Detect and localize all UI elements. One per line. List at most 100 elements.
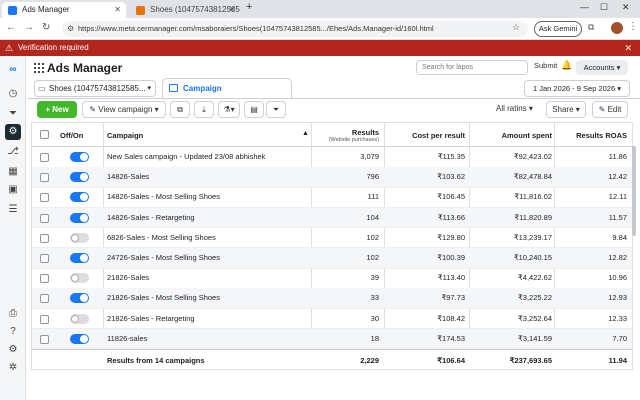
campaigns-nav-icon[interactable]: ⚙ — [5, 124, 21, 140]
table-row[interactable]: New Sales campaign - Updated 23/08 abhis… — [32, 147, 632, 168]
delivery-toggle[interactable] — [70, 313, 89, 324]
help-icon[interactable]: ? — [5, 324, 21, 340]
bug-report-icon[interactable]: ✲ — [5, 360, 21, 376]
new-campaign-button[interactable]: + New — [37, 101, 77, 118]
table-row[interactable]: 14826-Sales - Retargeting 104 ₹113.66 ₹11,8… — [32, 207, 632, 229]
window-close-icon[interactable]: ✕ — [622, 2, 630, 13]
ask-gemini-button[interactable]: Ask Gemini — [534, 21, 582, 37]
spent-value: ₹82,478.84 — [513, 172, 552, 182]
back-icon[interactable]: ← — [6, 22, 16, 33]
url-field[interactable]: ⚙ https://www.meta.cermanager.com/msabor… — [62, 21, 528, 37]
campaign-name[interactable]: 14826-Sales - Most Selling Shoes — [107, 187, 307, 207]
banner-close-icon[interactable]: ✕ — [624, 40, 632, 56]
table-row[interactable]: 14826-Sales - Most Selling Shoes 111 ₹106.… — [32, 187, 632, 208]
table-row[interactable]: 21826-Sales 39 ₹113.40 ₹4,422.62 10.96 — [32, 268, 632, 289]
row-checkbox[interactable] — [40, 254, 49, 263]
row-checkbox[interactable] — [40, 274, 49, 284]
col-cost-per-result[interactable]: Cost per result — [387, 123, 465, 147]
filter-icon[interactable]: ⏷ — [266, 101, 286, 118]
row-checkbox[interactable] — [40, 294, 49, 304]
ad-account-selector[interactable]: ▭ Shoes (10475743812585... ▾ — [34, 80, 156, 97]
campaign-name[interactable]: 14826-Sales — [107, 167, 307, 187]
notification-bell-icon[interactable]: 🔔 — [561, 60, 572, 71]
delivery-toggle[interactable] — [70, 172, 89, 183]
export-icon[interactable]: ⤓ — [194, 101, 214, 118]
close-tab-icon[interactable]: ✕ — [228, 2, 235, 18]
table-row[interactable]: 24726-Sales - Most Selling Shoes 102 ₹100.… — [32, 248, 632, 269]
search-input[interactable]: Search for lapos — [416, 60, 528, 75]
reports-nav-icon[interactable]: ▦ — [5, 164, 21, 180]
select-all-checkbox[interactable] — [40, 130, 49, 139]
forward-icon[interactable]: → — [24, 22, 34, 33]
scrollbar-thumb[interactable] — [632, 146, 636, 236]
delivery-toggle[interactable] — [70, 152, 89, 162]
row-checkbox[interactable] — [40, 153, 49, 162]
date-range-picker[interactable]: 1 Jan 2026 - 9 Sep 2026 ▾ — [524, 80, 630, 97]
new-tab-icon[interactable]: + — [246, 1, 252, 13]
campaign-name[interactable]: 21826-Sales - Retargeting — [107, 309, 307, 329]
rules-icon[interactable]: ▤ — [244, 101, 264, 118]
extensions-icon[interactable]: ⧉ — [588, 22, 594, 33]
view-campaign-button[interactable]: ✎ View campaign ▾ — [82, 101, 166, 118]
ab-test-icon[interactable]: ⚗▾ — [218, 101, 240, 118]
campaign-name[interactable]: 6826-Sales - Most Selling Shoes — [107, 228, 307, 248]
browser-tab-ads-manager[interactable]: Ads Manager ✕ — [2, 2, 126, 18]
row-checkbox[interactable] — [40, 314, 49, 324]
table-row[interactable]: 14826-Sales 796 ₹103.62 ₹82,478.84 12.42 — [32, 167, 632, 188]
table-scrollbar[interactable] — [632, 146, 636, 368]
submit-link[interactable]: Submit — [534, 61, 557, 70]
accounts-dropdown[interactable]: Accounts ▾ — [576, 60, 628, 75]
minimize-icon[interactable]: — — [580, 2, 589, 12]
campaign-name[interactable]: 24726-Sales - Most Selling Shoes — [107, 248, 307, 268]
row-checkbox[interactable] — [40, 173, 49, 183]
campaign-name[interactable]: 21826-Sales - Most Selling Shoes — [107, 288, 307, 308]
tab-campaign[interactable]: Campaign — [162, 78, 292, 99]
table-row[interactable]: 11826-sales 18 ₹174.53 ₹3,141.59 7.70 — [32, 328, 632, 350]
campaign-name[interactable]: New Sales campaign - Updated 23/08 abhis… — [107, 147, 307, 167]
all-tools-icon[interactable]: ☰ — [5, 202, 21, 218]
campaign-name[interactable]: 21826-Sales — [107, 268, 307, 288]
maximize-icon[interactable]: ☐ — [600, 2, 608, 13]
app-grid-icon[interactable] — [34, 63, 44, 73]
reload-icon[interactable]: ↻ — [42, 22, 50, 33]
delivery-toggle[interactable] — [70, 212, 89, 223]
close-tab-icon[interactable]: ✕ — [114, 2, 121, 18]
campaign-name[interactable]: 11826-sales — [107, 329, 307, 349]
sort-icon[interactable]: ▲ — [302, 130, 309, 137]
table-row[interactable]: 6826-Sales - Most Selling Shoes 102 ₹129.8… — [32, 228, 632, 249]
duplicate-icon[interactable]: ⧉ — [170, 101, 190, 118]
col-results[interactable]: Results (Website purchases) — [312, 123, 379, 147]
settings-icon[interactable]: ⚙ — [5, 342, 21, 358]
delivery-toggle[interactable] — [70, 293, 89, 304]
audiences-nav-icon[interactable]: ⎇ — [5, 144, 21, 160]
meta-logo-icon[interactable]: ∞ — [5, 62, 21, 78]
delivery-toggle[interactable] — [70, 273, 89, 284]
browser-tab-shoes[interactable]: Shoes (10475743812585... ✕ — [130, 2, 240, 18]
all-ratings-dropdown[interactable]: All ratins ▾ — [496, 104, 533, 113]
table-row[interactable]: 21826-Sales - Retargeting 30 ₹108.42 ₹3,252… — [32, 309, 632, 330]
row-checkbox[interactable] — [40, 233, 49, 243]
share-button[interactable]: Share ▾ — [546, 101, 586, 118]
col-amount-spent[interactable]: Amount spent — [472, 123, 552, 147]
col-campaign[interactable]: Campaign — [107, 123, 307, 147]
delivery-toggle[interactable] — [70, 253, 89, 263]
delivery-toggle[interactable] — [70, 333, 89, 344]
browser-menu-icon[interactable]: ⋮ — [628, 21, 638, 32]
filter-nav-icon[interactable]: ⏷ — [5, 106, 21, 122]
row-checkbox[interactable] — [40, 193, 49, 203]
table-row[interactable]: 21826-Sales - Most Selling Shoes 33 ₹97.73… — [32, 288, 632, 309]
toggle-knob — [80, 193, 88, 202]
site-info-icon[interactable]: ⚙ — [67, 21, 74, 37]
bookmark-star-icon[interactable]: ☆ — [512, 22, 520, 33]
delivery-toggle[interactable] — [70, 232, 89, 243]
campaign-name[interactable]: 14826-Sales - Retargeting — [107, 208, 307, 228]
notifications-nav-icon[interactable]: ⎙ — [5, 306, 21, 322]
col-results-roas[interactable]: Results ROAS — [557, 123, 627, 147]
delivery-toggle[interactable] — [70, 192, 89, 203]
media-library-icon[interactable]: ▣ — [5, 182, 21, 198]
account-overview-icon[interactable]: ◷ — [5, 86, 21, 102]
row-checkbox[interactable] — [40, 334, 49, 344]
profile-avatar[interactable] — [611, 22, 623, 34]
edit-button[interactable]: ✎ Edit — [592, 101, 628, 118]
row-checkbox[interactable] — [40, 213, 49, 223]
